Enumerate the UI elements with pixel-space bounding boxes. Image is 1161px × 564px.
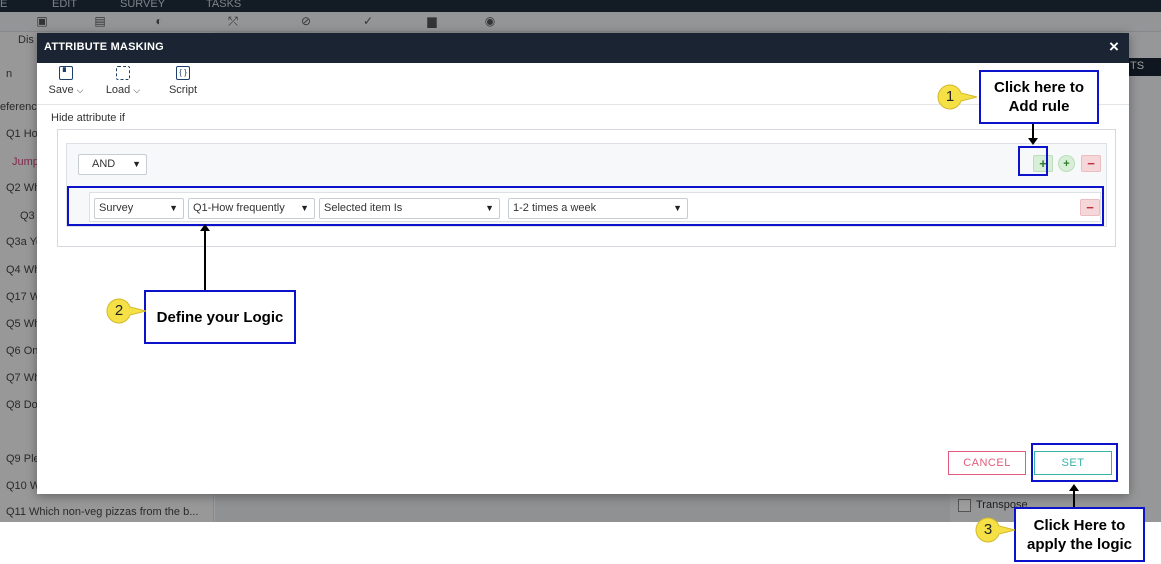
chevron-down-icon: ⌵ [76, 85, 84, 95]
callout-1: Click here to Add rule [979, 70, 1099, 124]
load-button[interactable]: Load ⌵ [104, 66, 142, 100]
script-label: Script [168, 84, 198, 96]
callout-3: Click Here to apply the logic [1014, 507, 1145, 562]
add-rule-highlight [1018, 146, 1048, 176]
badge-3: 3 [975, 517, 1015, 543]
arrow-2-head [200, 224, 210, 231]
rule-row-highlight [67, 186, 1104, 226]
add-group-button[interactable]: + [1058, 155, 1075, 172]
callout-3-text: Click Here to apply the logic [1026, 516, 1132, 553]
set-button-highlight [1031, 443, 1118, 482]
badge-2: 2 [106, 298, 146, 324]
badge-3-number: 3 [983, 521, 993, 538]
load-label: Load [105, 84, 131, 96]
rules-heading: Hide attribute if [51, 112, 125, 124]
load-icon [116, 66, 130, 80]
callout-1-text: Click here to Add rule [993, 79, 1085, 115]
badge-2-number: 2 [114, 302, 124, 319]
plus-circle-icon: + [1063, 158, 1070, 170]
save-icon: ▘ [59, 66, 73, 80]
conjunction-value: AND [92, 158, 116, 170]
badge-1: 1 [937, 84, 977, 110]
close-icon[interactable]: × [1105, 38, 1123, 56]
badge-1-number: 1 [945, 88, 955, 105]
save-button[interactable]: ▘ Save ⌵ [47, 66, 85, 100]
arrow-1-head [1028, 138, 1038, 145]
arrow-1 [1032, 123, 1034, 139]
dialog-title: ATTRIBUTE MASKING [44, 41, 164, 53]
arrow-3-head [1069, 484, 1079, 491]
cancel-button[interactable]: CANCEL [948, 451, 1026, 475]
script-button[interactable]: { } Script [164, 66, 202, 100]
delete-group-button[interactable]: − [1081, 155, 1101, 172]
chevron-down-icon: ⌵ [133, 85, 141, 95]
arrow-2 [204, 230, 206, 292]
conjunction-select[interactable]: AND ▼ [78, 154, 147, 175]
save-label: Save [48, 84, 74, 96]
script-braces-icon: { } [176, 66, 190, 80]
callout-2: Define your Logic [144, 290, 296, 344]
callout-2-text: Define your Logic [156, 308, 284, 326]
caret-down-icon: ▼ [132, 159, 141, 169]
dialog-header: ATTRIBUTE MASKING × [37, 33, 1129, 63]
screenshot-stage: E EDIT SURVEY TASKS ▣ ▤ ◐ ⤱ ⊘ ✓ ▆ ◉ Dis … [0, 0, 1161, 564]
